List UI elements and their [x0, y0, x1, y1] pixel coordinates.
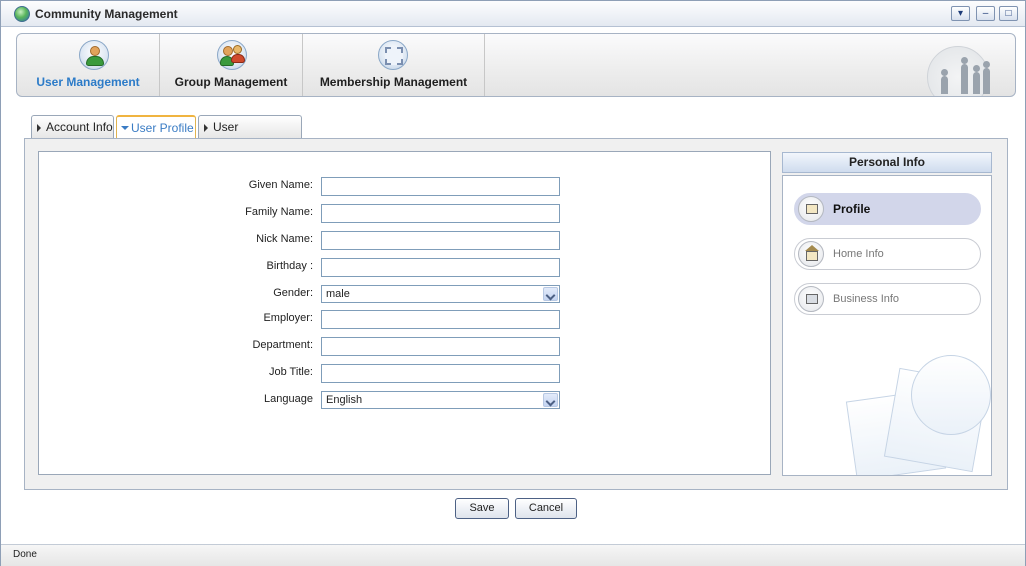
form-row-nick-name: Nick Name:: [39, 231, 772, 251]
field-label: Gender:: [273, 287, 313, 299]
language-select[interactable]: English: [321, 391, 560, 409]
nav-item-user-management[interactable]: User Management: [17, 34, 160, 96]
chevron-down-icon: [121, 126, 129, 130]
personal-info-list: Profile Home Info Business Info: [782, 175, 992, 476]
nick-name-input[interactable]: [321, 231, 560, 250]
field-label: Given Name:: [248, 179, 313, 191]
membership-icon: [378, 40, 408, 70]
profile-card-icon: [798, 196, 824, 222]
save-button[interactable]: Save: [455, 498, 509, 519]
gender-select-value: male: [326, 288, 350, 300]
department-input[interactable]: [321, 337, 560, 356]
documents-decoration-icon: [841, 355, 991, 475]
form-row-department: Department:: [39, 337, 772, 357]
nav-item-group-management[interactable]: Group Management: [160, 34, 303, 96]
form-row-employer: Employer:: [39, 310, 772, 330]
nav-label: Group Management: [174, 75, 288, 89]
status-bar: Done: [1, 544, 1025, 566]
family-name-input[interactable]: [321, 204, 560, 223]
field-label: Nick Name:: [256, 233, 313, 245]
personal-info-panel: Personal Info Profile Home Info Business…: [782, 152, 992, 476]
tab-user-membership[interactable]: User Membership: [198, 115, 302, 156]
chevron-down-icon[interactable]: [543, 393, 558, 407]
form-row-given-name: Given Name:: [39, 177, 772, 197]
field-label: Family Name:: [245, 206, 313, 218]
nav-item-membership-management[interactable]: Membership Management: [303, 34, 485, 96]
field-label: Language: [264, 393, 313, 405]
briefcase-icon: [798, 286, 824, 312]
tab-user-profile[interactable]: User Profile: [116, 115, 196, 140]
side-item-profile[interactable]: Profile: [794, 193, 981, 225]
home-icon: [798, 241, 824, 267]
side-item-label: Business Info: [833, 293, 900, 305]
form-row-language: Language English: [39, 391, 772, 411]
app-window: Community Management ▾ – □ User Manageme…: [0, 0, 1026, 566]
chevron-down-icon[interactable]: [543, 287, 558, 301]
maximize-button[interactable]: □: [999, 6, 1018, 21]
group-icon: [217, 40, 247, 70]
employer-input[interactable]: [321, 310, 560, 329]
side-item-label: Home Info: [833, 248, 884, 260]
tab-label: User Profile: [131, 121, 194, 135]
side-item-label: Profile: [833, 202, 871, 216]
field-label: Birthday :: [266, 260, 313, 272]
form-row-family-name: Family Name:: [39, 204, 772, 224]
field-label: Department:: [252, 339, 313, 351]
field-label: Job Title:: [268, 366, 313, 378]
side-item-home-info[interactable]: Home Info: [794, 238, 981, 270]
nav-label: Membership Management: [319, 75, 468, 89]
form-row-job-title: Job Title:: [39, 364, 772, 384]
profile-form: Given Name: Family Name: Nick Name: Birt…: [38, 151, 771, 475]
title-bar: Community Management ▾ – □: [1, 1, 1025, 27]
chevron-right-icon: [37, 124, 41, 132]
given-name-input[interactable]: [321, 177, 560, 196]
personal-info-title: Personal Info: [782, 152, 992, 173]
language-select-value: English: [326, 394, 363, 406]
globe-icon: [14, 6, 30, 22]
people-logo-icon: [927, 40, 1007, 96]
form-row-gender: Gender: male: [39, 285, 772, 305]
cancel-button[interactable]: Cancel: [515, 498, 577, 519]
user-icon: [79, 40, 109, 70]
minimize-button[interactable]: –: [976, 6, 995, 21]
tab-label: Account Info: [46, 120, 113, 134]
birthday-input[interactable]: [321, 258, 560, 277]
job-title-input[interactable]: [321, 364, 560, 383]
window-title: Community Management: [35, 7, 178, 21]
status-text: Done: [13, 549, 37, 560]
gender-select[interactable]: male: [321, 285, 560, 303]
tab-account-info[interactable]: Account Info: [31, 115, 114, 139]
form-row-birthday: Birthday :: [39, 258, 772, 278]
tab-content-panel: Given Name: Family Name: Nick Name: Birt…: [24, 138, 1008, 490]
side-item-business-info[interactable]: Business Info: [794, 283, 981, 315]
chevron-right-icon: [204, 124, 208, 132]
window-menu-button[interactable]: ▾: [951, 6, 970, 21]
field-label: Employer:: [263, 312, 313, 324]
nav-label: User Management: [36, 75, 140, 89]
main-navbar: User Management Group Management Members…: [16, 33, 1016, 97]
